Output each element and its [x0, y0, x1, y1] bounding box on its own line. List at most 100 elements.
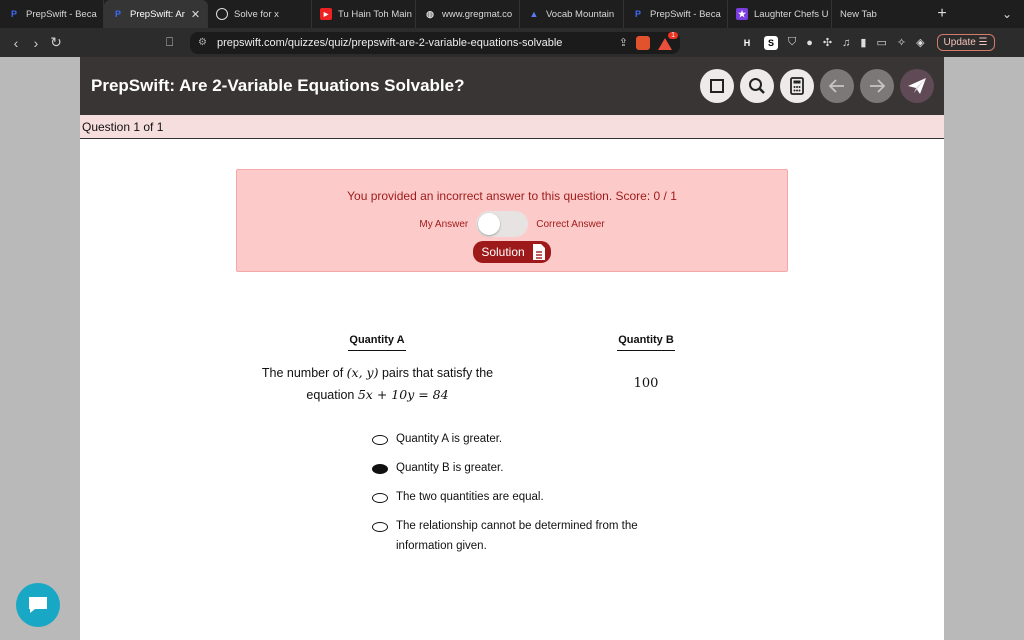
- puzzle-icon[interactable]: ✣: [823, 36, 832, 49]
- browser-tab[interactable]: ▶ Tu Hain Toh Main: [312, 0, 416, 28]
- answer-choice[interactable]: The relationship cannot be determined fr…: [372, 520, 656, 556]
- correct-answer-label: Correct Answer: [536, 218, 605, 230]
- page-title: PrepSwift: Are 2-Variable Equations Solv…: [91, 76, 465, 95]
- quantity-a-text-part: equation: [306, 388, 358, 402]
- close-icon[interactable]: ✕: [185, 8, 200, 21]
- question-counter-text: Question 1 of 1: [82, 119, 164, 134]
- prepswift-icon: P: [114, 9, 121, 19]
- forward-arrow-icon[interactable]: ›: [26, 35, 46, 51]
- new-tab-plus-icon[interactable]: +: [928, 5, 956, 23]
- browser-tab-active[interactable]: P PrepSwift: Ar ✕: [104, 0, 208, 28]
- solver-icon: [216, 8, 228, 20]
- browser-tab[interactable]: P PrepSwift - Beca: [624, 0, 728, 28]
- answer-choice-label: The two quantities are equal.: [396, 491, 544, 503]
- vpn-icon[interactable]: ◈: [916, 36, 924, 49]
- shield-extension-icon[interactable]: ⛉: [788, 36, 796, 49]
- radio-button[interactable]: [372, 493, 388, 503]
- arrow-right-icon: [870, 79, 886, 93]
- browser-tab[interactable]: ★ Laughter Chefs U: [728, 0, 832, 28]
- browser-toolbar: ‹ › ↻ ⎕ ⚙ prepswift.com/quizzes/quiz/pre…: [0, 28, 1024, 57]
- feedback-panel: You provided an incorrect answer to this…: [236, 169, 788, 272]
- music-icon[interactable]: ♫: [842, 37, 850, 49]
- tab-title: Solve for x: [234, 8, 279, 20]
- quantity-a-text: The number of (x, y) pairs that satisfy …: [240, 362, 515, 406]
- answer-toggle[interactable]: [476, 211, 529, 237]
- share-icon[interactable]: ⇪: [619, 36, 628, 49]
- search-icon: [749, 78, 765, 94]
- quantity-b-heading: Quantity B: [617, 334, 675, 351]
- tab-title: Tu Hain Toh Main: [338, 8, 412, 20]
- rewards-badge: 1: [668, 31, 678, 39]
- answer-choice[interactable]: The two quantities are equal.: [372, 491, 656, 507]
- browser-tab-strip: P PrepSwift - Beca P PrepSwift: Ar ✕ Sol…: [0, 0, 1024, 28]
- calculator-button[interactable]: [780, 69, 814, 103]
- extension-h-icon[interactable]: H: [740, 36, 754, 50]
- update-label: Update: [943, 37, 976, 48]
- answer-choice[interactable]: Quantity A is greater.: [372, 433, 656, 449]
- extensions-bar: H S ⛉ ● ✣ ♫ ▮ ▭ ✧ ◈: [740, 35, 925, 50]
- wallet-icon[interactable]: ▭: [876, 36, 886, 49]
- radio-button-selected[interactable]: [372, 464, 388, 474]
- next-button[interactable]: [860, 69, 894, 103]
- toggle-knob: [478, 213, 501, 235]
- radio-button[interactable]: [372, 435, 388, 445]
- address-bar[interactable]: ⚙ prepswift.com/quizzes/quiz/prepswift-a…: [190, 31, 680, 54]
- submit-button[interactable]: [900, 69, 934, 103]
- answer-choice-label: Quantity B is greater.: [396, 462, 504, 474]
- update-button[interactable]: Update ☰: [936, 34, 995, 51]
- answer-choices: Quantity A is greater. Quantity B is gre…: [372, 433, 656, 569]
- mountain-icon: ▲: [529, 9, 539, 19]
- chat-button[interactable]: [16, 583, 60, 627]
- chevron-down-icon[interactable]: ⌄: [1002, 7, 1012, 21]
- globe-icon: ◍: [426, 8, 434, 19]
- quantity-b-value: 100: [633, 376, 659, 391]
- quantity-a-math: (x, y): [346, 365, 379, 380]
- back-arrow-icon[interactable]: ‹: [6, 35, 26, 51]
- sidebar-icon[interactable]: ▮: [860, 36, 866, 49]
- quantity-a-text-part: pairs that satisfy the: [378, 366, 494, 380]
- square-icon: [710, 79, 724, 93]
- radio-button[interactable]: [372, 522, 388, 532]
- site-settings-icon[interactable]: ⚙: [198, 37, 207, 48]
- feedback-message: You provided an incorrect answer to this…: [347, 189, 677, 203]
- browser-tab[interactable]: New Tab: [832, 0, 912, 28]
- browser-tab[interactable]: P PrepSwift - Beca: [0, 0, 104, 28]
- tab-title: Vocab Mountain: [546, 8, 615, 20]
- prepswift-icon: P: [10, 9, 17, 19]
- quantity-a-equation: 5x + 10y = 84: [357, 387, 449, 402]
- url-text: prepswift.com/quizzes/quiz/prepswift-are…: [216, 36, 563, 49]
- leo-ai-icon[interactable]: ✧: [897, 36, 906, 49]
- browser-tab[interactable]: ◍ www.gregmat.co: [416, 0, 520, 28]
- chat-bubble-icon: [29, 597, 47, 613]
- prepswift-icon: P: [634, 9, 641, 19]
- quantity-a-text-part: The number of: [261, 366, 347, 380]
- brave-shields-icon[interactable]: [636, 35, 650, 50]
- square-button[interactable]: [700, 69, 734, 103]
- solution-button[interactable]: Solution: [473, 241, 551, 263]
- extension-s-icon[interactable]: S: [764, 35, 778, 50]
- tab-title: PrepSwift - Beca: [650, 8, 721, 20]
- quiz-page: PrepSwift: Are 2-Variable Equations Solv…: [80, 57, 944, 640]
- tab-title: www.gregmat.co: [442, 8, 513, 20]
- browser-tab[interactable]: Solve for x: [208, 0, 312, 28]
- header-tools: [700, 69, 934, 103]
- my-answer-label: My Answer: [419, 218, 469, 230]
- bookmark-icon[interactable]: ⎕: [166, 35, 182, 50]
- search-button[interactable]: [740, 69, 774, 103]
- document-icon: [532, 244, 545, 260]
- arrow-left-icon: [828, 79, 844, 93]
- browser-tab[interactable]: ▲ Vocab Mountain: [520, 0, 624, 28]
- reload-icon[interactable]: ↻: [46, 34, 66, 51]
- answer-choice-selected[interactable]: Quantity B is greater.: [372, 462, 656, 478]
- tab-title: New Tab: [840, 8, 877, 20]
- tab-title: PrepSwift - Beca: [26, 8, 97, 20]
- paper-plane-icon: [908, 78, 926, 94]
- answer-choice-label: The relationship cannot be determined fr…: [396, 520, 638, 552]
- youtube-icon: ▶: [320, 8, 332, 20]
- previous-button[interactable]: [820, 69, 854, 103]
- brave-rewards-icon[interactable]: 1: [658, 31, 678, 50]
- circle-extension-icon[interactable]: ●: [806, 37, 813, 49]
- answer-choice-label: Quantity A is greater.: [396, 433, 503, 445]
- solution-label: Solution: [481, 245, 525, 259]
- show-icon: ★: [736, 8, 748, 20]
